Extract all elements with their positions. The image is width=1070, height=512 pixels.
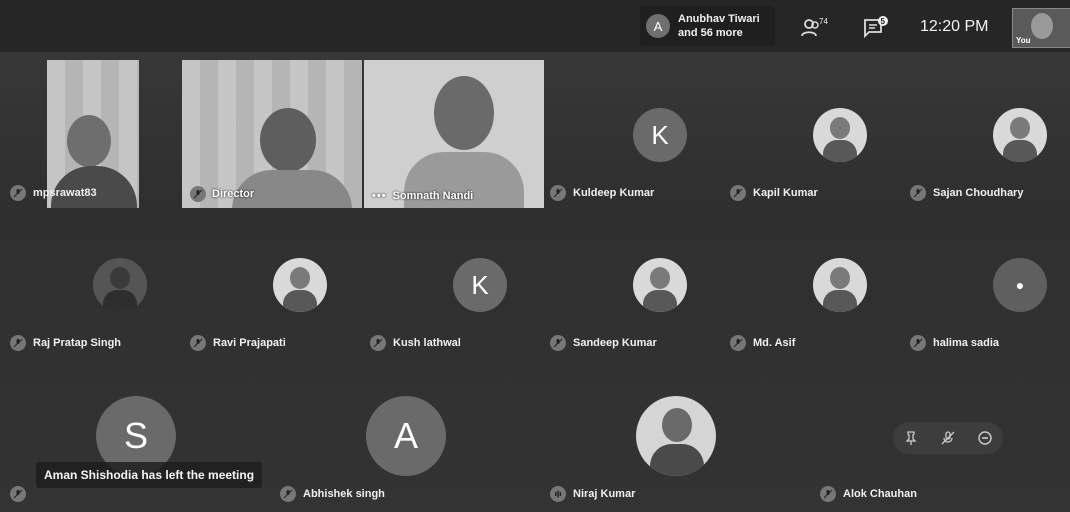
chat-button[interactable]: 5 <box>862 15 892 39</box>
people-icon: 74 <box>801 17 828 37</box>
notification-line1: Anubhav Tiwari <box>678 13 760 25</box>
mic-off-icon <box>190 335 206 351</box>
avatar[interactable] <box>636 396 716 476</box>
speaking-icon <box>550 486 566 502</box>
mic-off-icon <box>730 185 746 201</box>
chat-icon: 5 <box>864 16 888 39</box>
mic-off-icon <box>730 335 746 351</box>
video-tile[interactable]: Director <box>182 60 362 208</box>
avatar <box>993 108 1047 162</box>
participant-face <box>434 76 494 150</box>
participant-name: halima sadia <box>933 337 1000 349</box>
notification-text: Anubhav Tiwari and 56 more <box>678 12 760 40</box>
participant-label: Ravi Prajapati <box>190 335 286 351</box>
participant-name: Ravi Prajapati <box>213 337 286 349</box>
participant-name: Md. Asif <box>753 337 796 349</box>
participant-label: Raj Pratap Singh <box>10 335 121 351</box>
participant-name: Abhishek singh <box>303 488 385 500</box>
mic-off-icon <box>910 335 926 351</box>
participant-name: Somnath Nandi <box>392 190 474 202</box>
mic-off-icon <box>820 486 836 502</box>
participant-label: Sajan Choudhary <box>910 185 1023 201</box>
avatar <box>273 258 327 312</box>
participant-name: Raj Pratap Singh <box>33 337 122 349</box>
video-tile[interactable]: ••• Somnath Nandi <box>364 60 544 208</box>
self-face <box>1031 13 1053 39</box>
join-notification[interactable]: A Anubhav Tiwari and 56 more <box>640 6 775 46</box>
participant-label <box>10 486 26 502</box>
clock: 12:20 PM <box>920 18 989 35</box>
mic-off-icon <box>10 486 26 502</box>
participant-name: Kapil Kumar <box>753 187 818 199</box>
participant-name: mpsrawat83 <box>33 187 97 199</box>
mic-off-icon <box>550 335 566 351</box>
participant-label: Sandeep Kumar <box>550 335 657 351</box>
mic-off-icon <box>190 186 206 202</box>
participant-label: Alok Chauhan <box>820 486 917 502</box>
participant-label: Kapil Kumar <box>730 185 818 201</box>
participant-name: Kuldeep Kumar <box>573 187 655 199</box>
participant-name: Niraj Kumar <box>573 488 636 500</box>
chat-badge: 5 <box>881 17 886 26</box>
mic-off-icon <box>550 185 566 201</box>
notification-line2: and 56 more <box>678 27 743 39</box>
mic-off-icon <box>910 185 926 201</box>
left-meeting-toast: Aman Shishodia has left the meeting <box>36 462 263 488</box>
video-name-label: ••• Somnath Nandi <box>372 190 473 202</box>
participant-label: Kuldeep Kumar <box>550 185 654 201</box>
avatar <box>633 258 687 312</box>
mic-off-icon <box>10 185 26 201</box>
mic-off-icon <box>280 486 296 502</box>
pin-icon[interactable] <box>903 430 919 446</box>
participant-face <box>67 115 111 167</box>
avatar <box>813 108 867 162</box>
avatar: K <box>633 108 687 162</box>
people-button[interactable]: 74 <box>800 17 830 39</box>
video-name-label: mpsrawat83 <box>10 185 97 201</box>
participant-label: Abhishek singh <box>280 486 385 502</box>
avatar <box>813 258 867 312</box>
notification-avatar: A <box>646 14 670 38</box>
mic-off-icon <box>370 335 386 351</box>
participant-label: Md. Asif <box>730 335 795 351</box>
participant-face <box>260 108 316 172</box>
participant-count: 74 <box>819 17 828 26</box>
mic-off-icon <box>10 335 26 351</box>
participant-name: Sandeep Kumar <box>573 337 657 349</box>
participant-name: Alok Chauhan <box>843 488 917 500</box>
participant-label: halima sadia <box>910 335 999 351</box>
self-view[interactable]: You <box>1012 8 1070 48</box>
participant-name: Director <box>212 188 255 200</box>
participant-label: Niraj Kumar <box>550 486 635 502</box>
self-label: You <box>1016 36 1031 45</box>
participant-name: Kush lathwal <box>393 337 461 349</box>
tile-hover-controls <box>893 422 1003 454</box>
participant-name: Sajan Choudhary <box>933 187 1024 199</box>
apple-icon: ● <box>993 258 1047 312</box>
avatar: K <box>453 258 507 312</box>
participant-label: Kush lathwal <box>370 335 461 351</box>
more-icon[interactable]: ••• <box>372 190 387 202</box>
video-name-label: Director <box>190 186 254 202</box>
avatar <box>93 258 147 312</box>
remove-icon[interactable] <box>977 430 993 446</box>
mute-icon[interactable] <box>940 430 956 446</box>
top-bar: A Anubhav Tiwari and 56 more 74 5 12:20 … <box>0 0 1070 52</box>
avatar[interactable]: A <box>366 396 446 476</box>
